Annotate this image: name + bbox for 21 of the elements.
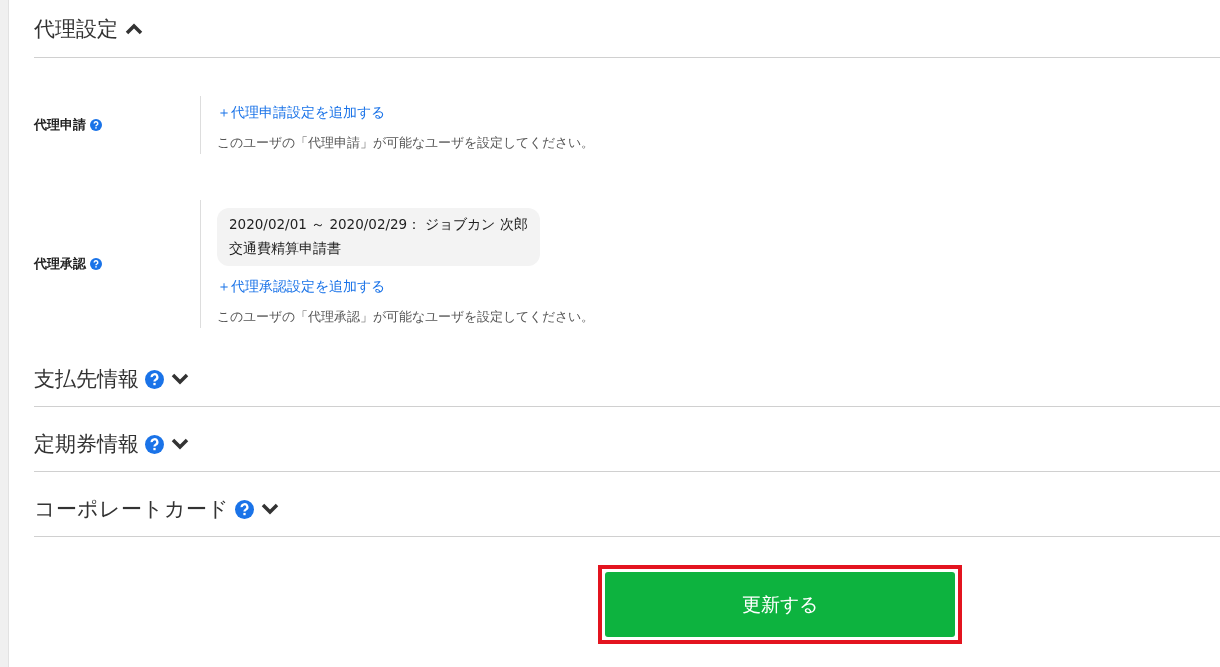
help-icon[interactable] xyxy=(235,499,254,519)
add-setting-link[interactable]: ＋代理承認設定を追加する xyxy=(217,278,385,296)
field-label: 代理申請 xyxy=(34,116,86,134)
chevron-down-icon[interactable] xyxy=(260,502,280,516)
entry-form: 交通費精算申請書 xyxy=(229,240,342,258)
section-title[interactable]: 定期券情報 xyxy=(34,430,139,458)
help-text: このユーザの「代理承認」が可能なユーザを設定してください。 xyxy=(217,308,594,326)
add-setting-link[interactable]: ＋代理申請設定を追加する xyxy=(217,104,385,122)
help-icon[interactable] xyxy=(145,369,164,389)
entry-period: 2020/02/01 ～ 2020/02/29： ジョブカン 次郎 xyxy=(229,216,528,234)
chevron-down-icon[interactable] xyxy=(170,372,190,386)
chevron-down-icon[interactable] xyxy=(170,437,190,451)
section-title[interactable]: コーポレートカード xyxy=(34,495,229,523)
section-title[interactable]: 代理設定 xyxy=(34,14,118,43)
help-icon[interactable] xyxy=(90,119,102,131)
section-title[interactable]: 支払先情報 xyxy=(34,365,139,393)
help-icon[interactable] xyxy=(145,434,164,454)
help-icon[interactable] xyxy=(90,258,102,270)
help-text: このユーザの「代理申請」が可能なユーザを設定してください。 xyxy=(217,134,594,152)
chevron-up-icon[interactable] xyxy=(124,21,144,36)
field-label: 代理承認 xyxy=(34,255,86,273)
